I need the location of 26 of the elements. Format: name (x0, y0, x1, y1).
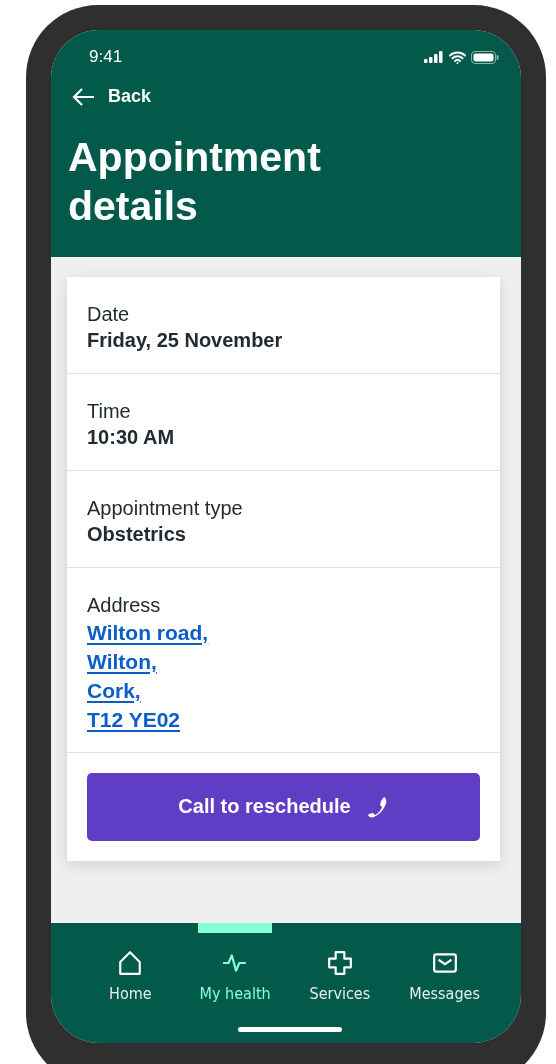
address-link[interactable]: Wilton, (87, 646, 162, 676)
house-icon (117, 950, 144, 976)
plus-cross-icon (326, 950, 353, 976)
field-value: Obstetrics (87, 521, 186, 547)
call-to-reschedule-button[interactable]: Call to reschedule (87, 772, 480, 841)
nav-tab[interactable]: Home (78, 923, 183, 1003)
field-label: Date (87, 301, 130, 327)
nav-tab[interactable]: My health (182, 923, 288, 1003)
back-arrow-icon (71, 86, 95, 107)
page-title: Appointment details (68, 132, 322, 231)
address-link[interactable]: Cork, (87, 675, 146, 705)
status-time: 9:41 (89, 47, 123, 67)
field-label: Time (87, 398, 131, 424)
address-link[interactable]: Wilton road, (87, 617, 214, 647)
address-link[interactable]: T12 YE02 (87, 704, 185, 734)
nav-tab[interactable]: Messages (392, 923, 497, 1003)
nav-tab[interactable]: Services (287, 923, 393, 1003)
field-label: Address (87, 592, 161, 618)
battery-icon (471, 50, 499, 64)
field-label: Appointment type (87, 495, 243, 521)
envelope-icon (431, 950, 458, 976)
back-button[interactable]: Back (68, 86, 152, 107)
field-value: Friday, 25 November (87, 327, 283, 353)
wifi-icon (449, 50, 466, 64)
signal-icon (424, 51, 444, 63)
field-value: 10:30 AM (87, 424, 175, 450)
